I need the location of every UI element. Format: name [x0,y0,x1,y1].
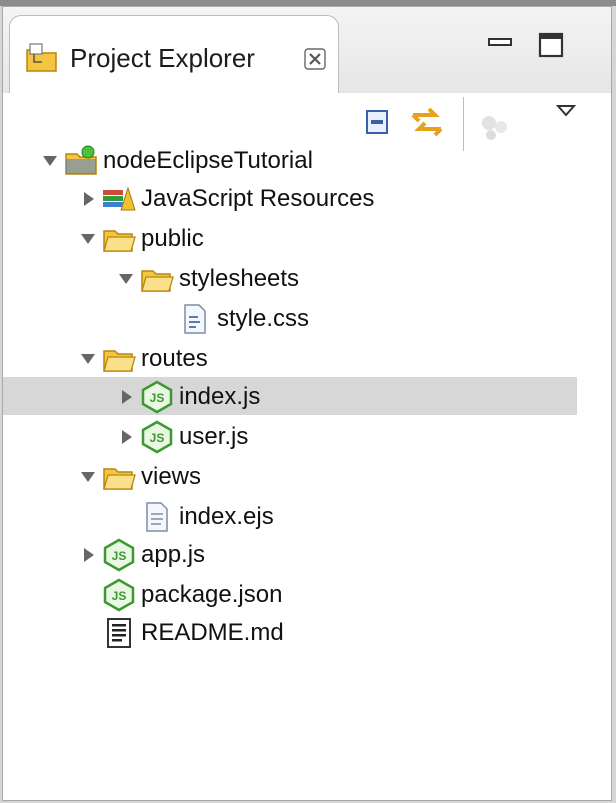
project-explorer-panel: Project Explorer nodeEclipseTutorial Java… [2,6,612,801]
chevron-down-icon[interactable] [79,468,97,486]
tree-item[interactable]: JS app.js [3,535,577,573]
tree-item-label: index.ejs [179,503,274,530]
tree-item-label: JavaScript Resources [141,185,375,212]
tree-item-label: README.md [141,619,284,646]
maximize-icon[interactable] [537,31,565,59]
svg-text:JS: JS [150,431,165,445]
tab-project-explorer[interactable]: Project Explorer [9,15,339,93]
js-file-icon: JS [101,578,137,612]
tree-item-label: style.css [217,305,310,332]
chevron-down-icon[interactable] [117,270,135,288]
js-file-icon: JS [139,420,175,454]
markdown-file-icon [101,616,137,650]
tree-item[interactable]: index.ejs [3,497,577,535]
project-explorer-icon [26,43,57,72]
library-icon [101,182,137,216]
tree-item-label: nodeEclipseTutorial [103,147,313,174]
chevron-right-icon[interactable] [117,388,135,406]
js-file-icon: JS [101,538,137,572]
tree-item-label: public [141,225,204,252]
tab-title: Project Explorer [70,43,255,73]
chevron-down-icon[interactable] [79,230,97,248]
close-icon[interactable] [302,46,328,72]
tree-item-label: stylesheets [179,265,300,292]
folder-icon [101,222,137,256]
folder-icon [101,342,137,376]
svg-text:JS: JS [150,391,165,405]
tree-item-label: routes [141,345,208,372]
collapse-all-icon[interactable] [363,107,391,137]
tree-item[interactable]: README.md [3,613,577,651]
tree-item[interactable]: JS package.json [3,575,577,613]
tree-item[interactable]: public [3,219,577,257]
project-folder-icon [63,144,99,178]
tree-item[interactable]: nodeEclipseTutorial [3,141,577,179]
chevron-right-icon[interactable] [79,546,97,564]
tree-item[interactable]: stylesheets [3,259,577,297]
folder-icon [101,460,137,494]
svg-text:JS: JS [112,589,127,603]
link-with-editor-icon[interactable] [407,103,447,141]
tree-item-label: user.js [179,423,249,450]
tree-item[interactable]: JS user.js [3,417,577,455]
chevron-down-icon[interactable] [79,350,97,368]
text-file-icon [139,500,175,534]
svg-text:JS: JS [112,549,127,563]
tree-item[interactable]: views [3,457,577,495]
tree-item-label: app.js [141,541,206,568]
css-file-icon [177,302,213,336]
tree-item[interactable]: JavaScript Resources [3,179,577,217]
tree-item-label: index.js [179,383,261,410]
filter-icon[interactable] [477,111,513,143]
tree-item[interactable]: JS index.js [3,377,577,415]
view-menu-chevron-down-icon[interactable] [555,103,577,119]
minimize-icon[interactable] [487,37,513,51]
tree-item[interactable]: style.css [3,299,577,337]
chevron-right-icon[interactable] [79,190,97,208]
tree-item-label: package.json [141,581,283,608]
folder-icon [139,262,175,296]
panel-header: Project Explorer [3,7,611,93]
chevron-down-icon[interactable] [41,152,59,170]
js-file-icon: JS [139,380,175,414]
chevron-right-icon[interactable] [117,428,135,446]
tree-item[interactable]: routes [3,339,577,377]
tree-item-label: views [141,463,202,490]
